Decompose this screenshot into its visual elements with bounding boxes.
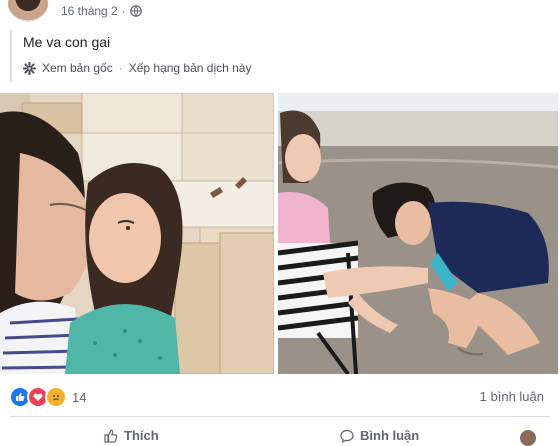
thumbs-up-icon — [104, 429, 118, 443]
author-avatar[interactable] — [8, 0, 48, 22]
post-meta: 16 tháng 2 · — [61, 4, 142, 18]
comment-button-label: Bình luận — [360, 428, 420, 443]
like-button[interactable]: Thích — [104, 428, 159, 443]
photo-mother-daughter-kiss[interactable] — [0, 93, 274, 374]
reaction-count[interactable]: 14 — [72, 390, 86, 405]
photo-left-image — [0, 93, 274, 374]
gear-icon — [23, 61, 36, 75]
action-bar: Thích Bình luận — [0, 424, 560, 444]
translation-row: Xem bản gốc · Xếp hạng bản dịch này — [23, 61, 251, 75]
reaction-summary[interactable]: 14 — [9, 386, 86, 408]
post-card: 16 tháng 2 · Me va con gai Xem bản gốc ·… — [0, 0, 560, 446]
photo-beach-feet[interactable] — [278, 93, 558, 374]
meta-separator: · — [121, 4, 126, 18]
viewer-avatar[interactable] — [520, 430, 536, 446]
globe-icon[interactable] — [129, 5, 142, 17]
rate-translation-link[interactable]: Xếp hạng bản dịch này — [129, 61, 252, 75]
translation-separator: · — [118, 61, 123, 75]
post-date[interactable]: 16 tháng 2 — [61, 4, 118, 18]
action-divider — [10, 416, 550, 417]
comment-button[interactable]: Bình luận — [340, 428, 419, 443]
post-header: 16 tháng 2 · — [0, 0, 560, 24]
like-button-label: Thích — [124, 428, 159, 443]
photo-right-image — [278, 93, 558, 374]
see-original-link[interactable]: Xem bản gốc — [42, 61, 113, 75]
sad-reaction-icon — [45, 386, 67, 408]
comment-icon — [340, 429, 354, 443]
post-text: Me va con gai — [23, 34, 111, 50]
translation-quote-bar — [10, 30, 12, 82]
comment-count-link[interactable]: 1 bình luận — [480, 389, 544, 404]
